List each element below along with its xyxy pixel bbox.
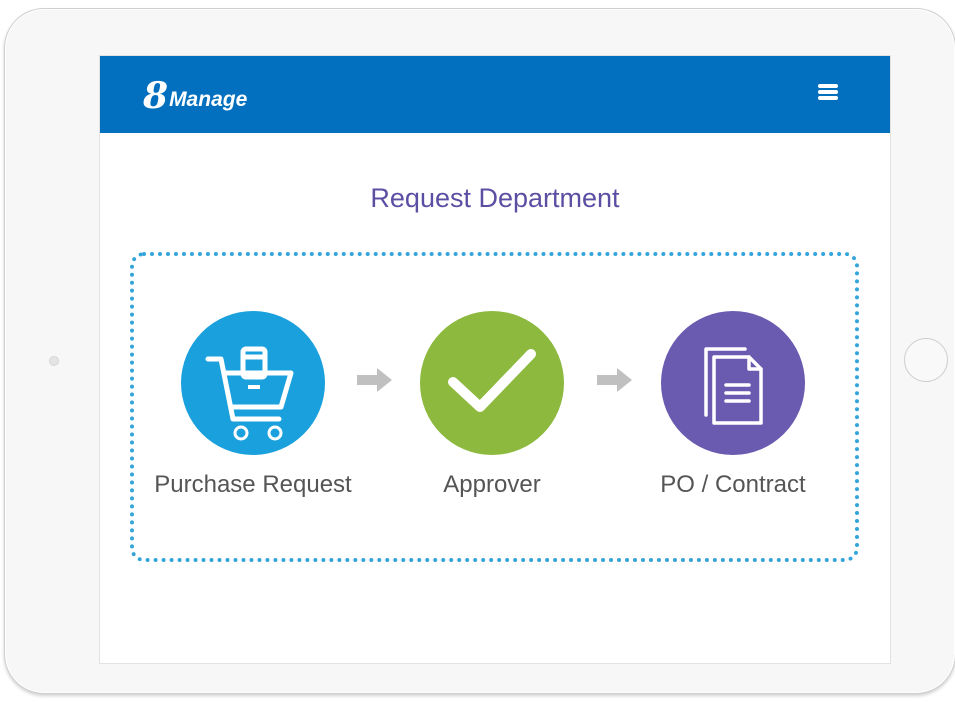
app-logo[interactable]: 8 Manage <box>143 74 247 114</box>
document-icon <box>704 347 763 425</box>
po-contract-step[interactable] <box>661 311 805 455</box>
shopping-cart-icon <box>205 346 294 441</box>
page-title: Request Department <box>370 183 620 213</box>
camera-dot <box>49 356 59 366</box>
approver-label: Approver <box>443 471 541 498</box>
logo-number: 8 <box>143 75 169 117</box>
logo-text: Manage <box>169 88 248 111</box>
arrow-right-icon <box>357 368 392 392</box>
purchase-request-step[interactable] <box>181 311 325 455</box>
hamburger-menu-icon[interactable] <box>818 83 842 105</box>
app-header: 8 Manage <box>100 56 890 133</box>
approver-step[interactable] <box>420 311 564 455</box>
po-contract-label: PO / Contract <box>660 471 806 498</box>
home-button[interactable] <box>904 338 948 382</box>
tablet-frame: 8 Manage Request Department Purchase Req… <box>4 8 955 694</box>
arrow-right-icon <box>597 368 632 392</box>
purchase-request-label: Purchase Request <box>154 471 352 498</box>
checkmark-icon <box>448 349 536 412</box>
app-screen: 8 Manage Request Department Purchase Req… <box>99 55 891 664</box>
